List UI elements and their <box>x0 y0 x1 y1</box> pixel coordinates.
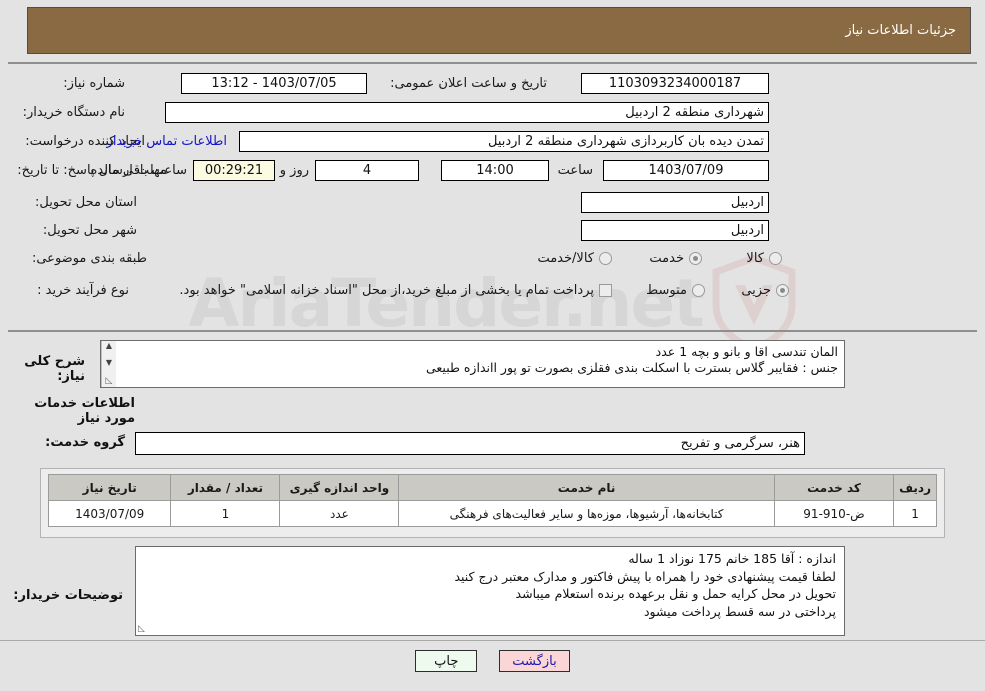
cell-index: 1 <box>893 500 937 527</box>
tender-detail-page: AriaTender.net جزئیات اطلاعات نیاز شماره… <box>0 0 985 691</box>
general-description-label: شرح کلی نیاز: <box>24 354 85 384</box>
process-option-minor-label: جزیی <box>741 282 771 298</box>
buyer-org-label: نام دستگاه خریدار: <box>22 104 125 120</box>
general-description-box[interactable]: ▲ ▼ ◺ المان تندسی اقا و بانو و بچه 1 عدد… <box>100 340 845 388</box>
buyer-notes-text: اندازه : آقا 185 خانم 175 نوزاد 1 ساله ل… <box>454 551 836 619</box>
service-group-value: هنر، سرگرمی و تفریح <box>135 432 805 455</box>
treasury-bonds-checkbox-group[interactable]: پرداخت تمام یا بخشی از مبلغ خرید،از محل … <box>179 283 612 298</box>
resize-grip-icon[interactable]: ◺ <box>106 376 113 386</box>
city-label: شهر محل تحویل: <box>42 222 137 238</box>
announce-datetime-value: 1403/07/05 - 13:12 <box>181 72 367 94</box>
col-header-index: ردیف <box>893 474 937 501</box>
footer-divider <box>0 640 985 642</box>
footer-button-bar: بازگشت چاپ <box>0 645 985 677</box>
cell-quantity: 1 <box>170 500 281 527</box>
general-description-row: شرح کلی نیاز: ▲ ▼ ◺ المان تندسی اقا و با… <box>0 340 985 388</box>
category-option-service[interactable]: خدمت <box>649 251 702 266</box>
process-option-minor[interactable]: جزیی <box>741 283 789 298</box>
category-option-goods-service-label: کالا/خدمت <box>537 250 594 266</box>
scroll-up-icon[interactable]: ▲ <box>106 342 112 350</box>
cell-code: ض-910-91 <box>773 500 895 527</box>
province-value: اردبیل <box>581 191 769 213</box>
deadline-hour-label: ساعت <box>557 162 593 178</box>
radio-icon-service[interactable] <box>689 251 702 265</box>
back-button[interactable]: بازگشت <box>499 650 570 672</box>
category-label: طبقه بندی موضوعی: <box>31 250 147 266</box>
buyer-notes-label: توضیحات خریدار: <box>13 588 123 603</box>
service-group-row: گروه خدمت: هنر، سرگرمی و تفریح <box>0 432 985 456</box>
description-scrollbar[interactable]: ▲ ▼ ◺ <box>101 341 116 387</box>
buyer-contact-link[interactable]: اطلاعات تماس خریدار <box>107 134 227 149</box>
notes-resize-grip-icon[interactable]: ◺ <box>138 624 145 634</box>
need-info-panel: شماره نیاز: 1103093234000187 تاریخ و ساع… <box>8 62 977 332</box>
category-option-service-label: خدمت <box>649 250 684 266</box>
col-header-name: نام خدمت <box>398 474 775 501</box>
service-group-label: گروه خدمت: <box>45 435 125 450</box>
scroll-down-icon[interactable]: ▼ <box>106 359 112 367</box>
remaining-countdown-timer: 00:29:21 <box>193 159 275 181</box>
col-header-unit: واحد اندازه گیری <box>279 474 400 501</box>
buyer-notes-box[interactable]: اندازه : آقا 185 خانم 175 نوزاد 1 ساله ل… <box>135 546 845 636</box>
col-header-date: تاریخ نیاز <box>47 474 172 501</box>
radio-icon-goods[interactable] <box>769 251 782 265</box>
province-label: استان محل تحویل: <box>35 194 137 210</box>
table-header-row: ردیف کد خدمت نام خدمت واحد اندازه گیری ت… <box>47 474 937 501</box>
remaining-days-label: روز و <box>279 162 309 178</box>
buyer-org-value: شهرداری منطقه 2 اردبیل <box>165 101 769 123</box>
table-row: 1 ض-910-91 کتابخانه‌ها، آرشیوها، موزه‌ها… <box>47 500 937 527</box>
need-number-label: شماره نیاز: <box>63 75 125 91</box>
deadline-hour-value: 14:00 <box>441 159 549 181</box>
cell-name: کتابخانه‌ها، آرشیوها، موزه‌ها و سایر فعا… <box>398 500 775 527</box>
city-value: اردبیل <box>581 219 769 241</box>
print-button[interactable]: چاپ <box>415 650 478 672</box>
page-header-bar: جزئیات اطلاعات نیاز <box>27 7 971 54</box>
general-description-text: المان تندسی اقا و بانو و بچه 1 عدد جنس :… <box>425 344 838 375</box>
treasury-bonds-label: پرداخت تمام یا بخشی از مبلغ خرید،از محل … <box>179 282 594 298</box>
services-table: ردیف کد خدمت نام خدمت واحد اندازه گیری ت… <box>47 474 937 527</box>
radio-icon-medium[interactable] <box>692 283 705 297</box>
cell-date: 1403/07/09 <box>47 500 172 527</box>
category-option-goods[interactable]: کالا <box>746 251 782 266</box>
cell-unit: عدد <box>279 500 400 527</box>
deadline-date-value: 1403/07/09 <box>603 159 769 181</box>
col-header-code: کد خدمت <box>773 474 895 501</box>
remaining-time-label: ساعت باقی مانده <box>90 162 187 178</box>
radio-icon-minor[interactable] <box>776 283 789 297</box>
category-option-goods-label: کالا <box>746 250 764 266</box>
radio-icon-goods-service[interactable] <box>599 251 612 265</box>
services-section-heading: اطلاعات خدمات مورد نیاز <box>34 396 135 426</box>
col-header-quantity: تعداد / مقدار <box>170 474 281 501</box>
process-type-label: نوع فرآیند خرید : <box>37 282 129 298</box>
process-option-medium[interactable]: متوسط <box>646 283 705 298</box>
creator-value: تمدن دیده بان کاربردازی شهرداری منطقه 2 … <box>239 130 769 152</box>
checkbox-icon-treasury-bonds[interactable] <box>599 283 612 297</box>
need-number-value: 1103093234000187 <box>581 72 769 94</box>
page-title: جزئیات اطلاعات نیاز <box>845 23 956 38</box>
remaining-days-value: 4 <box>315 159 419 181</box>
announce-datetime-label: تاریخ و ساعت اعلان عمومی: <box>390 75 547 91</box>
process-option-medium-label: متوسط <box>646 282 687 298</box>
category-option-goods-service[interactable]: کالا/خدمت <box>537 251 612 266</box>
